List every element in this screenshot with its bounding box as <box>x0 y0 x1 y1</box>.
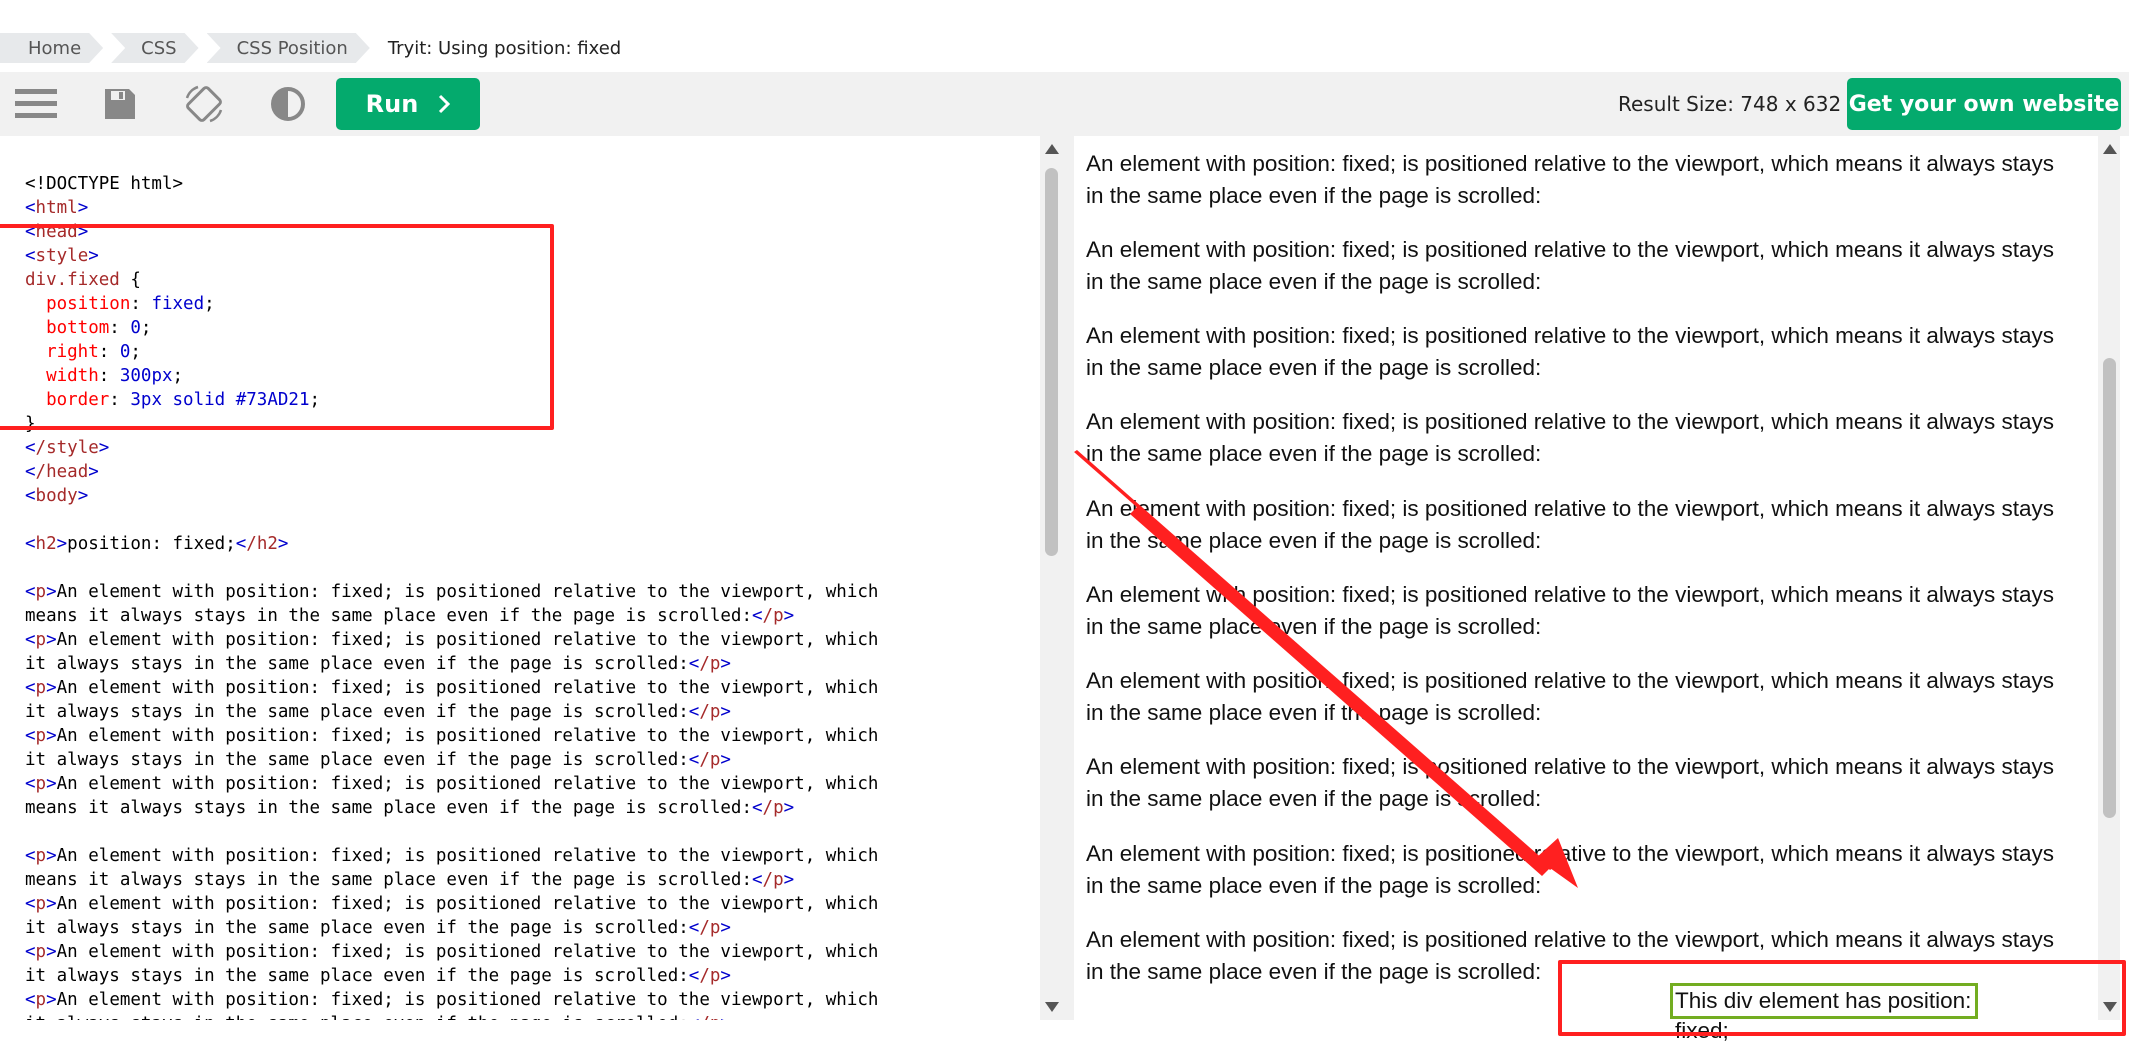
breadcrumb-css[interactable]: CSS <box>111 33 198 63</box>
breadcrumb-css-position[interactable]: CSS Position <box>207 33 370 63</box>
code-scrollbar[interactable] <box>1040 136 1062 1020</box>
breadcrumb-home[interactable]: Home <box>0 33 103 63</box>
result-paragraph: An element with position: fixed; is posi… <box>1086 668 2054 725</box>
run-button[interactable]: Run <box>336 78 480 130</box>
run-label: Run <box>365 90 419 118</box>
result-paragraph: An element with position: fixed; is posi… <box>1086 323 2054 380</box>
result-paragraph: An element with position: fixed; is posi… <box>1086 237 2054 294</box>
chevron-right-icon <box>439 94 451 114</box>
scroll-down-icon[interactable] <box>1045 1002 1059 1012</box>
get-your-own-website-button[interactable]: Get your own website <box>1847 78 2121 130</box>
scroll-up-icon[interactable] <box>1045 144 1059 154</box>
save-icon[interactable] <box>90 72 150 136</box>
result-paragraph: An element with position: fixed; is posi… <box>1086 496 2054 553</box>
pane-divider[interactable] <box>1062 136 1074 1020</box>
contrast-icon[interactable] <box>258 72 318 136</box>
result-highlight-box <box>1558 960 2126 1036</box>
scroll-up-icon[interactable] <box>2103 144 2117 154</box>
result-paragraph: An element with position: fixed; is posi… <box>1086 409 2054 466</box>
rotate-icon[interactable] <box>174 72 234 136</box>
result-paragraph: An element with position: fixed; is posi… <box>1086 754 2054 811</box>
toolbar: Run Result Size: 748 x 632 Get your own … <box>0 72 2129 136</box>
result-paragraph: An element with position: fixed; is posi… <box>1086 582 2054 639</box>
breadcrumb-current: Tryit: Using position: fixed <box>387 37 622 59</box>
breadcrumb: Home CSS CSS Position Tryit: Using posit… <box>0 33 621 63</box>
result-size: Result Size: 748 x 632 <box>1618 92 1842 116</box>
code-highlight-box <box>0 224 554 430</box>
result-frame[interactable]: An element with position: fixed; is posi… <box>1074 136 2102 1020</box>
result-paragraph: An element with position: fixed; is posi… <box>1086 151 2054 208</box>
code-scroll-thumb[interactable] <box>1045 168 1058 556</box>
result-scroll-thumb[interactable] <box>2103 358 2116 818</box>
menu-icon[interactable] <box>6 72 66 136</box>
result-paragraph: An element with position: fixed; is posi… <box>1086 841 2054 898</box>
result-scrollbar[interactable] <box>2098 136 2120 1020</box>
